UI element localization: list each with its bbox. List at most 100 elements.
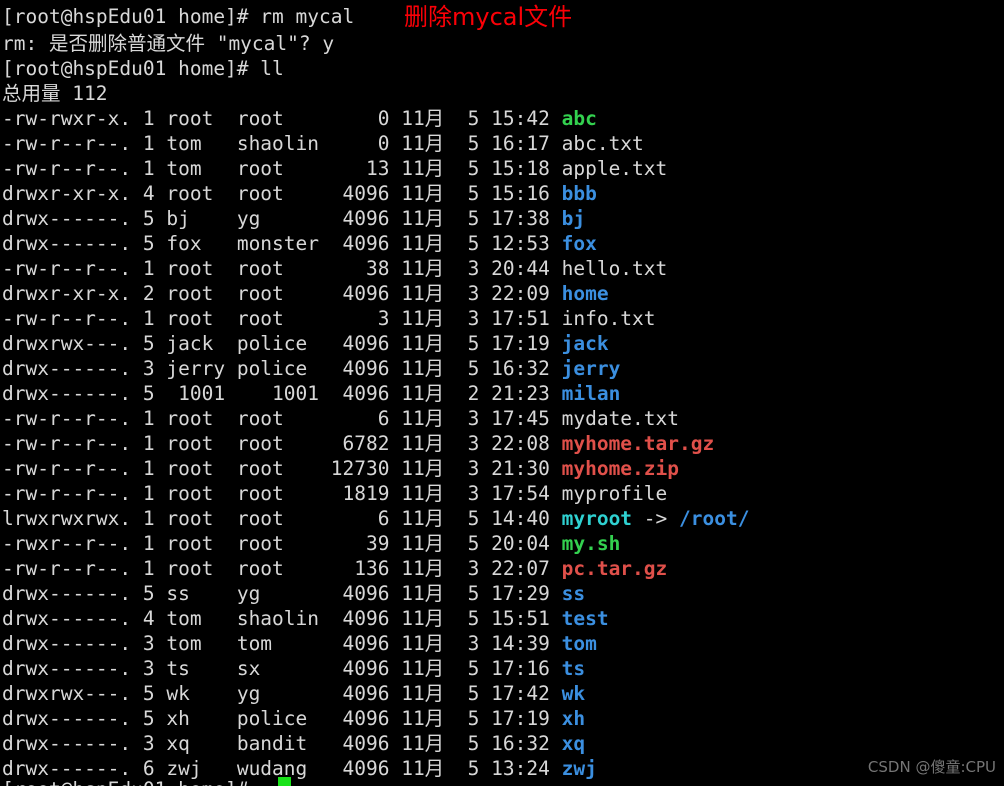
file-size: 4096 — [319, 732, 402, 755]
file-row: -rw-r--r--. 1 root root 38 11月 3 20:44 h… — [0, 256, 1004, 281]
file-owner: root — [166, 282, 226, 305]
file-owner: xq — [166, 732, 226, 755]
terminal-window[interactable]: [root@hspEdu01 home]# rm mycal rm: 是否删除普… — [0, 0, 1004, 786]
file-owner: wk — [166, 682, 226, 705]
file-month: 11月 — [401, 657, 445, 680]
file-day: 5 — [444, 132, 492, 155]
file-time: 17:19 — [491, 707, 562, 730]
file-size: 3 — [319, 307, 402, 330]
file-link-count: 1 — [131, 132, 167, 155]
file-size: 12730 — [319, 457, 402, 480]
file-name: hello.txt — [561, 257, 668, 280]
file-group: monster — [236, 232, 320, 255]
file-owner: root — [166, 257, 226, 280]
file-size: 0 — [319, 132, 402, 155]
file-month: 11月 — [401, 432, 445, 455]
file-month: 11月 — [401, 307, 445, 330]
file-owner: tom — [166, 632, 226, 655]
file-name: bbb — [561, 182, 597, 205]
file-link-count: 1 — [131, 407, 167, 430]
file-row: drwx------. 5 1001 1001 4096 11月 2 21:23… — [0, 381, 1004, 406]
file-name: wk — [561, 682, 586, 705]
file-row: -rw-r--r--. 1 tom shaolin 0 11月 5 16:17 … — [0, 131, 1004, 156]
file-permissions: drwx------. — [2, 657, 132, 680]
file-day: 5 — [444, 657, 492, 680]
file-permissions: drwx------. — [2, 732, 132, 755]
file-owner: ts — [166, 657, 226, 680]
file-permissions: -rw-r--r--. — [2, 257, 132, 280]
file-month: 11月 — [401, 132, 445, 155]
file-owner: root — [166, 532, 226, 555]
file-group: police — [236, 332, 320, 355]
file-month: 11月 — [401, 257, 445, 280]
file-group: 1001 — [236, 382, 320, 405]
file-month: 11月 — [401, 157, 445, 180]
file-permissions: drwxr-xr-x. — [2, 182, 132, 205]
file-name: fox — [561, 232, 597, 255]
total-size-label: 总用量 112 — [2, 82, 108, 105]
file-month: 11月 — [401, 207, 445, 230]
file-owner: 1001 — [166, 382, 226, 405]
file-row: drwx------. 3 ts sx 4096 11月 5 17:16 ts — [0, 656, 1004, 681]
file-name: xh — [561, 707, 586, 730]
file-row: -rw-r--r--. 1 root root 6 11月 3 17:45 my… — [0, 406, 1004, 431]
file-time: 16:32 — [491, 357, 562, 380]
file-link-count: 1 — [131, 532, 167, 555]
file-time: 15:51 — [491, 607, 562, 630]
file-group: root — [236, 532, 320, 555]
file-owner: root — [166, 457, 226, 480]
rm-confirm-text: rm: 是否删除普通文件 "mycal"? y — [2, 32, 335, 55]
file-owner: root — [166, 107, 226, 130]
file-size: 4096 — [319, 382, 402, 405]
file-name: pc.tar.gz — [561, 557, 668, 580]
file-owner: tom — [166, 607, 226, 630]
file-time: 12:53 — [491, 232, 562, 255]
file-day: 5 — [444, 607, 492, 630]
file-day: 5 — [444, 532, 492, 555]
file-group: police — [236, 707, 320, 730]
file-row: -rw-r--r--. 1 root root 12730 11月 3 21:3… — [0, 456, 1004, 481]
file-day: 5 — [444, 207, 492, 230]
file-row: drwx------. 5 xh police 4096 11月 5 17:19… — [0, 706, 1004, 731]
file-day: 5 — [444, 182, 492, 205]
file-row: drwx------. 5 bj yg 4096 11月 5 17:38 bj — [0, 206, 1004, 231]
file-link-count: 3 — [131, 732, 167, 755]
file-size: 4096 — [319, 357, 402, 380]
file-name: zwj — [561, 757, 597, 780]
file-day: 5 — [444, 357, 492, 380]
file-size: 6 — [319, 407, 402, 430]
file-time: 15:16 — [491, 182, 562, 205]
file-link-count: 3 — [131, 357, 167, 380]
file-group: root — [236, 482, 320, 505]
file-month: 11月 — [401, 582, 445, 605]
file-row: -rw-r--r--. 1 tom root 13 11月 5 15:18 ap… — [0, 156, 1004, 181]
file-time: 13:24 — [491, 757, 562, 780]
file-permissions: -rwxr--r--. — [2, 532, 132, 555]
file-time: 17:45 — [491, 407, 562, 430]
file-group: bandit — [236, 732, 320, 755]
file-month: 11月 — [401, 232, 445, 255]
file-owner: jack — [166, 332, 226, 355]
file-row: drwxr-xr-x. 2 root root 4096 11月 3 22:09… — [0, 281, 1004, 306]
file-day: 3 — [444, 257, 492, 280]
file-link-count: 4 — [131, 182, 167, 205]
file-owner: root — [166, 507, 226, 530]
file-size: 13 — [319, 157, 402, 180]
file-link-count: 1 — [131, 157, 167, 180]
file-group: shaolin — [236, 607, 320, 630]
file-group: yg — [236, 207, 320, 230]
file-day: 3 — [444, 457, 492, 480]
file-day: 3 — [444, 482, 492, 505]
file-time: 16:17 — [491, 132, 562, 155]
file-link-count: 1 — [131, 482, 167, 505]
file-name: tom — [561, 632, 597, 655]
file-size: 4096 — [319, 232, 402, 255]
